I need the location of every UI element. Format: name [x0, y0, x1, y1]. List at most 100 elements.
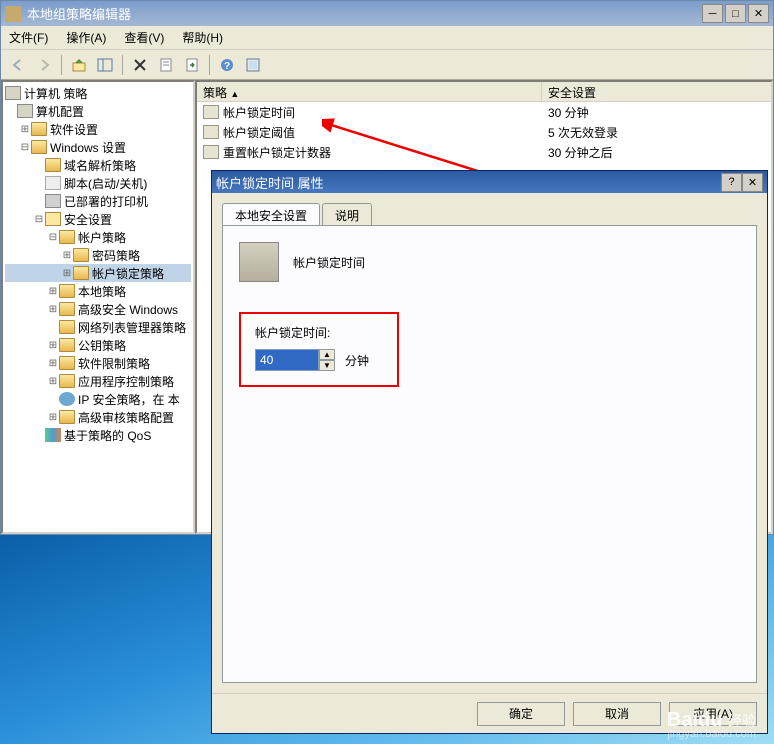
tree-node[interactable]: ⊟Windows 设置 — [5, 138, 191, 156]
column-policy[interactable]: 策略 ▲ — [197, 82, 542, 101]
tree-node[interactable]: ⊞ 帐户锁定策略 — [5, 264, 191, 282]
tree-label: 算机配置 — [36, 103, 84, 120]
dialog-tabs: 本地安全设置 说明 — [222, 203, 757, 225]
up-button[interactable] — [68, 54, 90, 76]
forward-button[interactable] — [33, 54, 55, 76]
menu-file[interactable]: 文件(F) — [9, 29, 48, 46]
expander-icon[interactable]: ⊟ — [47, 232, 59, 243]
tree-node[interactable]: ⊞高级审核策略配置 — [5, 408, 191, 426]
tree-node[interactable]: ⊞ 高级安全 Windows — [5, 300, 191, 318]
minimize-button[interactable]: ─ — [702, 4, 723, 23]
tab-local-security[interactable]: 本地安全设置 — [222, 203, 320, 225]
lock-icon — [45, 212, 61, 226]
tree-node[interactable]: ⊟ 安全设置 — [5, 210, 191, 228]
tree-node[interactable]: ⊞ 公钥策略 — [5, 336, 191, 354]
folder-icon — [59, 338, 75, 352]
tree-root[interactable]: 计算机 策略 — [5, 84, 191, 102]
maximize-button[interactable]: □ — [725, 4, 746, 23]
tree-label: 安全设置 — [64, 211, 112, 228]
folder-icon — [59, 302, 75, 316]
tree-node[interactable]: 基于策略的 QoS — [5, 426, 191, 444]
tree-node[interactable]: 脚本(启动/关机) — [5, 174, 191, 192]
menu-help[interactable]: 帮助(H) — [182, 29, 223, 46]
tree-node[interactable]: ⊞软件设置 — [5, 120, 191, 138]
folder-icon — [31, 140, 47, 154]
expander-icon[interactable]: ⊞ — [47, 304, 59, 315]
expander-icon[interactable]: ⊟ — [19, 142, 31, 153]
properties-dialog: 帐户锁定时间 属性 ? ✕ 本地安全设置 说明 帐户锁定时间 帐户锁定时间: ▲… — [211, 170, 768, 734]
tree-root-label: 计算机 策略 — [24, 85, 87, 102]
tree-node[interactable]: 域名解析策略 — [5, 156, 191, 174]
help-button[interactable]: ? — [216, 54, 238, 76]
tree-label: 帐户锁定策略 — [92, 265, 164, 282]
tree-panel[interactable]: 计算机 策略 算机配置⊞软件设置⊟Windows 设置域名解析策略脚本(启动/关… — [1, 80, 195, 534]
menubar: 文件(F) 操作(A) 查看(V) 帮助(H) — [1, 26, 773, 50]
policy-value: 30 分钟之后 — [542, 144, 771, 161]
menu-action[interactable]: 操作(A) — [66, 29, 106, 46]
tree-label: 已部署的打印机 — [64, 193, 148, 210]
highlight-annotation: 帐户锁定时间: ▲ ▼ 分钟 — [239, 312, 399, 387]
expander-icon[interactable]: ⊞ — [47, 412, 59, 423]
content-header: 策略 ▲ 安全设置 — [197, 82, 771, 102]
spinner-up-button[interactable]: ▲ — [319, 349, 335, 360]
tree-node[interactable]: 算机配置 — [5, 102, 191, 120]
tree-node[interactable]: ⊞密码策略 — [5, 246, 191, 264]
policy-row[interactable]: 帐户锁定阈值5 次无效登录 — [197, 122, 771, 142]
cancel-button[interactable]: 取消 — [573, 702, 661, 726]
properties-button[interactable] — [155, 54, 177, 76]
tree-label: 帐户策略 — [78, 229, 126, 246]
tree-node[interactable]: ⊞本地策略 — [5, 282, 191, 300]
dialog-close-button[interactable]: ✕ — [742, 173, 763, 192]
policy-icon — [203, 125, 219, 139]
tree-node[interactable]: ⊞软件限制策略 — [5, 354, 191, 372]
folder-icon — [31, 122, 47, 136]
tree-node[interactable]: 已部署的打印机 — [5, 192, 191, 210]
tree-node[interactable]: 网络列表管理器策略 — [5, 318, 191, 336]
expander-icon[interactable]: ⊞ — [47, 358, 59, 369]
policy-value: 30 分钟 — [542, 104, 771, 121]
refresh-button[interactable] — [242, 54, 264, 76]
expander-icon[interactable]: ⊞ — [47, 376, 59, 387]
tree-node[interactable]: ⊞ 应用程序控制策略 — [5, 372, 191, 390]
policy-row[interactable]: 重置帐户锁定计数器30 分钟之后 — [197, 142, 771, 162]
close-button[interactable]: ✕ — [748, 4, 769, 23]
tab-explain[interactable]: 说明 — [322, 203, 372, 225]
window-title: 本地组策略编辑器 — [27, 4, 702, 23]
tree-label: 高级安全 Windows — [78, 301, 178, 318]
tree-label: 网络列表管理器策略 — [78, 319, 186, 336]
lockout-duration-input[interactable] — [255, 349, 319, 371]
expander-icon[interactable]: ⊞ — [47, 340, 59, 351]
menu-view[interactable]: 查看(V) — [124, 29, 164, 46]
tree-label: 应用程序控制策略 — [78, 373, 174, 390]
folder-icon — [59, 374, 75, 388]
delete-button[interactable] — [129, 54, 151, 76]
back-button[interactable] — [7, 54, 29, 76]
folder-icon — [59, 284, 75, 298]
expander-icon[interactable]: ⊞ — [47, 286, 59, 297]
svg-text:?: ? — [224, 61, 230, 72]
show-hide-tree-button[interactable] — [94, 54, 116, 76]
unit-label: 分钟 — [345, 352, 369, 369]
dialog-titlebar[interactable]: 帐户锁定时间 属性 ? ✕ — [212, 171, 767, 193]
column-setting[interactable]: 安全设置 — [542, 82, 771, 101]
expander-icon[interactable]: ⊞ — [61, 250, 73, 261]
export-button[interactable] — [181, 54, 203, 76]
comp-icon — [17, 104, 33, 118]
expander-icon[interactable]: ⊞ — [61, 268, 73, 279]
dialog-help-button[interactable]: ? — [721, 173, 742, 192]
policy-icon — [203, 105, 219, 119]
computer-icon — [5, 86, 21, 100]
server-icon — [239, 242, 279, 282]
tree-node[interactable]: IP 安全策略，在 本 — [5, 390, 191, 408]
expander-icon[interactable]: ⊞ — [19, 124, 31, 135]
ok-button[interactable]: 确定 — [477, 702, 565, 726]
policy-row[interactable]: 帐户锁定时间 30 分钟 — [197, 102, 771, 122]
policy-name: 帐户锁定时间 — [223, 104, 295, 121]
app-icon — [5, 6, 21, 22]
expander-icon[interactable]: ⊟ — [33, 214, 45, 225]
spinner-down-button[interactable]: ▼ — [319, 360, 335, 371]
main-titlebar[interactable]: 本地组策略编辑器 ─ □ ✕ — [1, 1, 773, 26]
dialog-item-name: 帐户锁定时间 — [293, 254, 365, 271]
tree-label: 公钥策略 — [78, 337, 126, 354]
tree-node[interactable]: ⊟ 帐户策略 — [5, 228, 191, 246]
